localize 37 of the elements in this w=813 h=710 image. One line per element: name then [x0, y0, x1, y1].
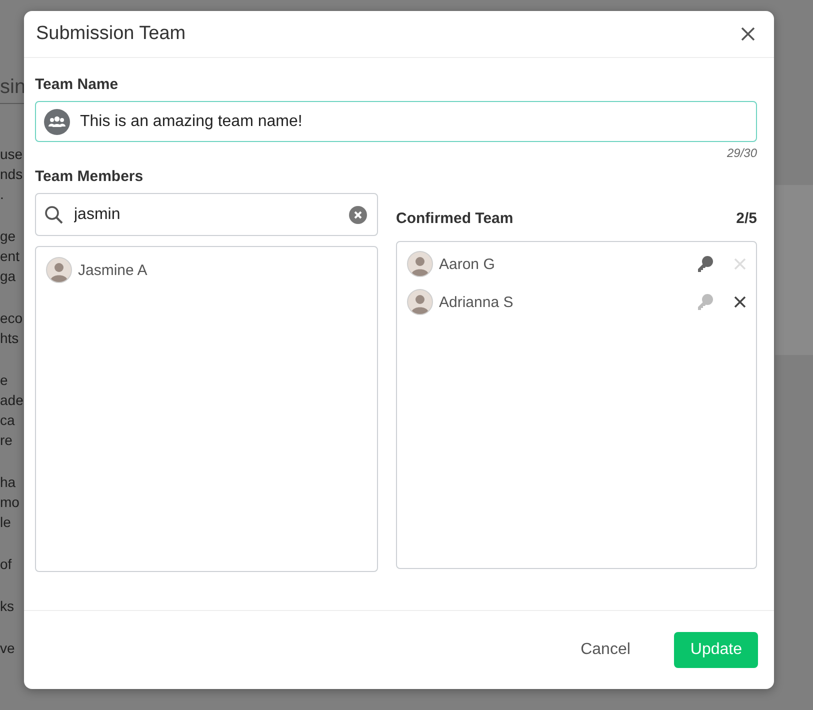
section-title: Confirmed Team: [396, 210, 514, 227]
body-text: re: [0, 431, 12, 450]
member-name: Adrianna S: [439, 294, 514, 310]
remove-icon[interactable]: [734, 296, 746, 308]
body-text: ade: [0, 391, 24, 410]
body-text: of: [0, 555, 12, 574]
body-text: use: [0, 145, 23, 164]
search-icon: [44, 204, 64, 224]
body-text: ge: [0, 227, 16, 246]
body-text: ks: [0, 597, 14, 616]
member-name: Aaron G: [439, 256, 496, 272]
body-text: ca: [0, 411, 15, 430]
body-text: e: [0, 371, 8, 390]
key-icon[interactable]: [696, 255, 714, 273]
body-text: nds: [0, 165, 23, 184]
clear-icon[interactable]: [349, 206, 367, 224]
dialog-title: Submission Team: [36, 23, 186, 45]
team-name-field[interactable]: This is an amazing team name!: [35, 101, 757, 142]
character-counter: 29/30: [726, 146, 757, 160]
member-count: 2/5: [736, 210, 757, 227]
field-label: Team Members: [35, 168, 144, 185]
body-text: hts: [0, 329, 19, 348]
body-text: .: [0, 185, 4, 204]
avatar-icon: [407, 251, 433, 277]
body-text: ent: [0, 247, 20, 266]
body-text: ga: [0, 267, 16, 286]
cancel-button[interactable]: Cancel: [564, 632, 646, 668]
body-text: ha: [0, 473, 16, 492]
body-text: eco: [0, 309, 23, 328]
avatar-icon: [407, 289, 433, 315]
body-text: ve: [0, 639, 15, 658]
close-button[interactable]: [740, 26, 756, 42]
group-icon: [44, 108, 70, 134]
avatar-icon: [46, 257, 72, 283]
body-text: le: [0, 513, 11, 532]
member-name[interactable]: Jasmine A: [78, 262, 367, 278]
body-text: mo: [0, 493, 20, 512]
